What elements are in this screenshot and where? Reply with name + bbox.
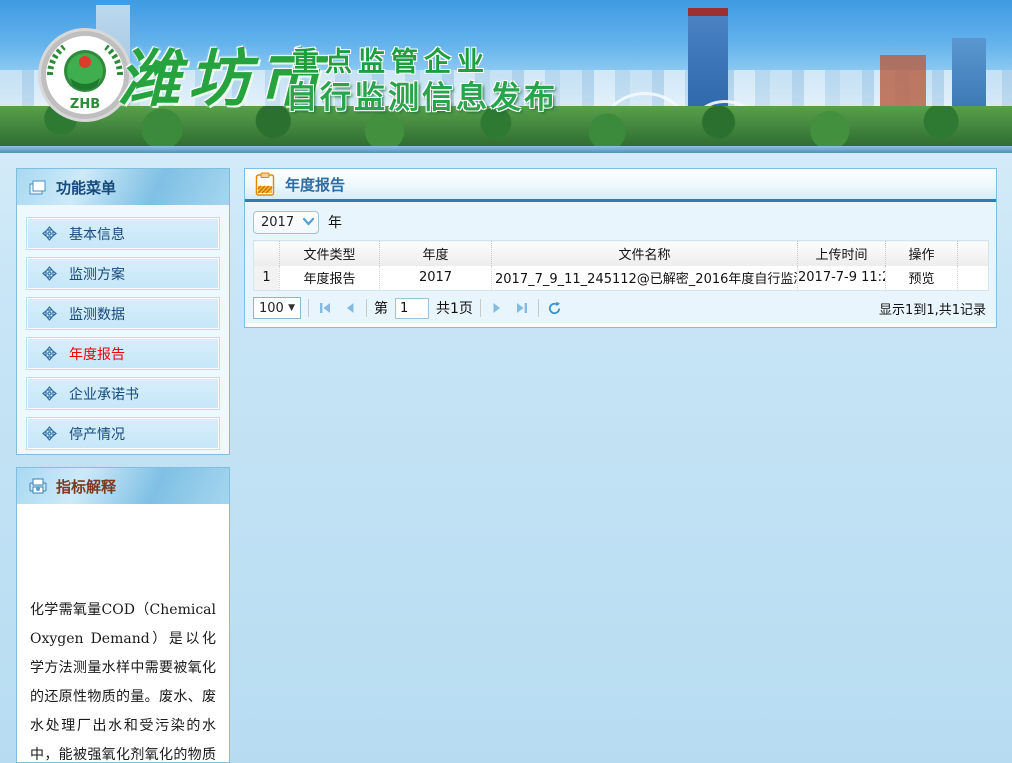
- sidebar-item-label: 企业承诺书: [69, 384, 139, 404]
- col-extra: [958, 241, 989, 266]
- table-header-row: 文件类型 年度 文件名称 上传时间 操作: [254, 241, 989, 266]
- annual-report-header: 年度报告: [245, 169, 996, 202]
- separator: [366, 299, 367, 317]
- sidebar-item-commitment[interactable]: 企业承诺书: [27, 378, 219, 409]
- page-size-select[interactable]: 100 ▼: [253, 297, 301, 319]
- cell-upload-time: 2017-7-9 11:24:13: [798, 266, 886, 291]
- indicator-panel: 指标解释 化学需氧量COD（Chemical Oxygen Demand）是以化…: [16, 467, 230, 763]
- cell-file-type: 年度报告: [280, 266, 380, 291]
- printer-icon: [29, 478, 48, 494]
- chevron-down-icon: [303, 218, 314, 226]
- logo-zhb-text: ZHB: [70, 97, 100, 112]
- banner-tower: [688, 8, 728, 108]
- pagination-bar: 100 ▼ 第 共1页: [253, 293, 988, 323]
- record-summary: 显示1到1,共1记录: [879, 299, 988, 318]
- cell-file-name: 2017_7_9_11_245112@已解密_2016年度自行监测开展情况年: [492, 266, 798, 291]
- cell-extra: [958, 266, 989, 291]
- caret-down-icon: ▼: [288, 303, 295, 313]
- sidebar-item-label: 监测方案: [69, 264, 125, 284]
- banner-subtitle-2: 自行监测信息发布: [286, 72, 558, 117]
- page-number-input[interactable]: [395, 298, 429, 319]
- sidebar-item-label: 停产情况: [69, 424, 125, 444]
- next-page-icon: [490, 301, 504, 315]
- banner-river: [0, 146, 1012, 153]
- sidebar-item-shutdown[interactable]: 停产情况: [27, 418, 219, 449]
- col-file-name: 文件名称: [492, 241, 798, 266]
- annual-report-title: 年度报告: [285, 174, 345, 195]
- sidebar-item-label: 年度报告: [69, 344, 125, 364]
- move-arrows-icon: [42, 226, 57, 241]
- sidebar-item-annual-report[interactable]: 年度报告: [27, 338, 219, 369]
- year-select[interactable]: 2017: [253, 211, 319, 234]
- page-size-value: 100: [259, 301, 284, 316]
- separator: [480, 299, 481, 317]
- cell-year: 2017: [380, 266, 492, 291]
- preview-link[interactable]: 预览: [886, 266, 958, 291]
- move-arrows-icon: [42, 346, 57, 361]
- col-year: 年度: [380, 241, 492, 266]
- sidebar-item-monitor-data[interactable]: 监测数据: [27, 298, 219, 329]
- sidebar-item-basic-info[interactable]: 基本信息: [27, 218, 219, 249]
- first-page-icon: [318, 301, 332, 315]
- annual-report-body: 2017 年 文件类型 年度 文件名称 上传时间 操作: [245, 202, 996, 323]
- refresh-button[interactable]: [546, 299, 564, 317]
- indicator-title: 指标解释: [56, 476, 116, 497]
- year-filter-row: 2017 年: [253, 209, 988, 235]
- indicator-text: 化学需氧量COD（Chemical Oxygen Demand）是以化学方法测量…: [17, 504, 229, 763]
- col-file-type: 文件类型: [280, 241, 380, 266]
- indicator-header: 指标解释: [17, 468, 229, 504]
- col-rownum: [254, 241, 280, 266]
- last-page-button[interactable]: [513, 299, 531, 317]
- banner-building-right: [952, 38, 986, 108]
- prev-page-icon: [343, 301, 357, 315]
- table-row: 1 年度报告 2017 2017_7_9_11_245112@已解密_2016年…: [254, 266, 989, 291]
- refresh-icon: [547, 301, 562, 316]
- year-suffix-label: 年: [328, 212, 342, 232]
- separator: [308, 299, 309, 317]
- sidebar-item-monitor-plan[interactable]: 监测方案: [27, 258, 219, 289]
- sidebar-item-label: 监测数据: [69, 304, 125, 324]
- move-arrows-icon: [42, 266, 57, 281]
- annual-report-table: 文件类型 年度 文件名称 上传时间 操作 1 年度报告 2017 2017_7_…: [253, 240, 989, 291]
- banner: ZHB 潍坊市 重点监管企业 自行监测信息发布: [0, 0, 1012, 153]
- page-prefix-label: 第: [374, 298, 388, 318]
- last-page-icon: [515, 301, 529, 315]
- sidebar-item-label: 基本信息: [69, 224, 125, 244]
- col-action: 操作: [886, 241, 958, 266]
- col-upload-time: 上传时间: [798, 241, 886, 266]
- function-menu-title: 功能菜单: [56, 177, 116, 198]
- move-arrows-icon: [42, 426, 57, 441]
- annual-report-panel: 年度报告 2017 年 文件类型 年度 文: [244, 168, 997, 328]
- clipboard-icon: [255, 172, 275, 196]
- cell-rownum: 1: [254, 266, 280, 291]
- move-arrows-icon: [42, 386, 57, 401]
- page-total-label: 共1页: [436, 298, 473, 318]
- function-menu-header: 功能菜单: [17, 169, 229, 205]
- move-arrows-icon: [42, 306, 57, 321]
- banner-building-brown: [880, 55, 926, 110]
- prev-page-button[interactable]: [341, 299, 359, 317]
- function-menu-list: 基本信息 监测方案 监测数据 年度报告 企业承诺书 停产情况: [17, 205, 229, 462]
- first-page-button[interactable]: [316, 299, 334, 317]
- year-select-value: 2017: [261, 215, 294, 230]
- separator: [538, 299, 539, 317]
- function-menu-panel: 功能菜单 基本信息 监测方案 监测数据 年度报告 企业承诺书 停产情况: [16, 168, 230, 455]
- next-page-button[interactable]: [488, 299, 506, 317]
- folder-icon: [29, 180, 48, 195]
